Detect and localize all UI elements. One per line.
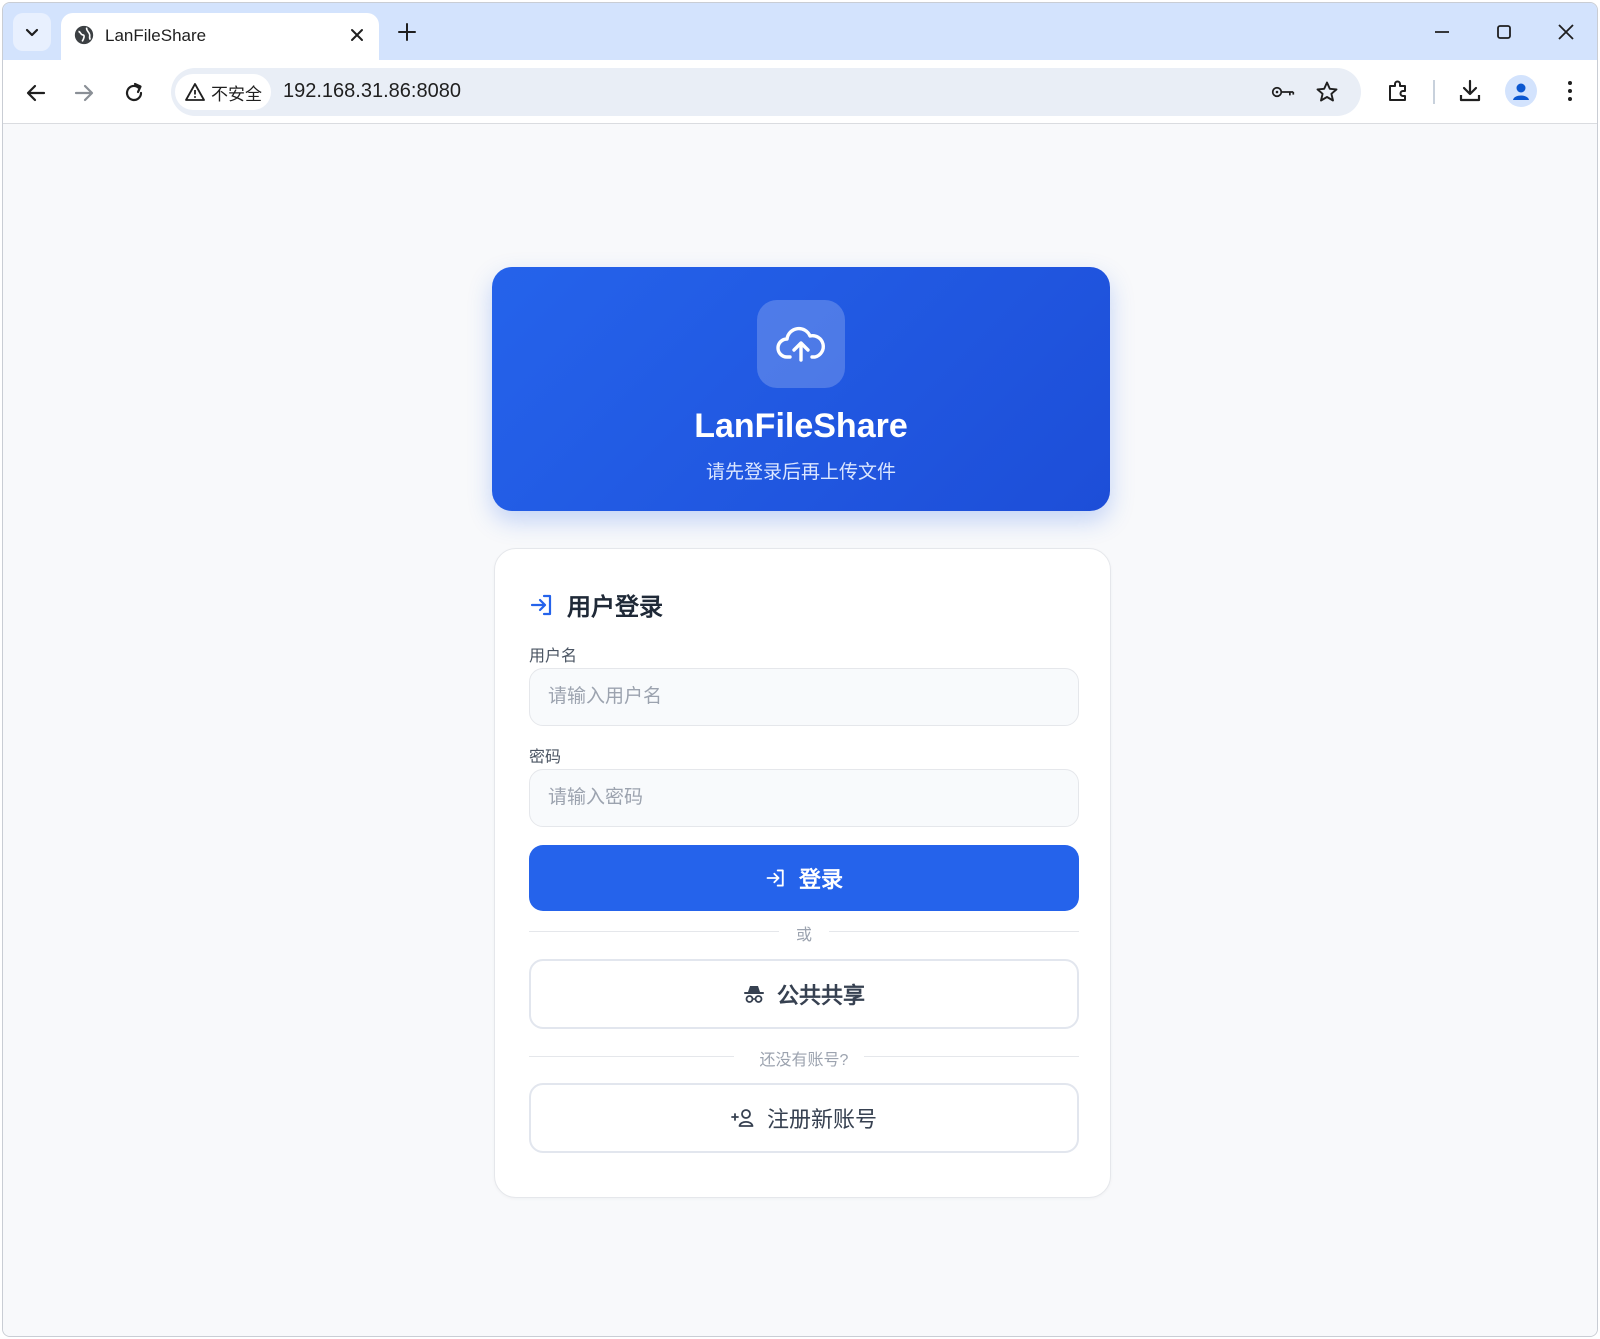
app-subtitle: 请先登录后再上传文件 <box>705 462 896 483</box>
hero-banner: LanFileShare 请先登录后再上传文件 <box>492 267 1110 511</box>
incognito-icon <box>743 986 764 1003</box>
page-content: LanFileShare 请先登录后再上传文件 用户登录 用户名 密码 登录 或 <box>3 124 1597 1336</box>
back-icon[interactable] <box>23 80 49 106</box>
security-label: 不安全 <box>211 84 262 104</box>
url-text[interactable]: 192.168.31.86:8080 <box>283 80 461 103</box>
close-window-icon[interactable] <box>1555 21 1577 43</box>
address-bar[interactable]: 不安全 192.168.31.86:8080 <box>171 68 1361 116</box>
maximize-icon[interactable] <box>1493 21 1515 43</box>
login-button[interactable]: 登录 <box>529 845 1079 911</box>
login-button-label: 登录 <box>798 867 843 892</box>
new-tab-icon[interactable] <box>395 20 419 44</box>
no-account-divider: 还没有账号? <box>529 1046 1079 1069</box>
profile-avatar[interactable] <box>1505 75 1537 107</box>
add-user-icon <box>731 1109 754 1127</box>
login-heading-text: 用户登录 <box>567 594 663 621</box>
browser-window: LanFileShare 不安全 192.168.31.86:8080 LanF… <box>2 2 1598 1337</box>
public-share-label: 公共共享 <box>776 983 865 1008</box>
cloud-upload-icon <box>776 326 825 362</box>
key-icon[interactable] <box>1271 80 1295 104</box>
security-chip[interactable]: 不安全 <box>175 74 271 110</box>
or-divider: 或 <box>529 921 1079 944</box>
login-card: 用户登录 用户名 密码 登录 或 公共共享 还没有账号? <box>494 548 1111 1198</box>
login-arrow-icon <box>530 594 552 615</box>
no-account-label: 还没有账号? <box>759 1052 849 1069</box>
tab-title: LanFileShare <box>105 26 207 45</box>
extensions-icon[interactable] <box>1385 78 1411 104</box>
chevron-down-icon <box>25 28 39 37</box>
globe-icon <box>74 25 94 45</box>
tab-active[interactable]: LanFileShare <box>61 13 379 60</box>
public-share-button[interactable]: 公共共享 <box>529 959 1079 1029</box>
reload-icon[interactable] <box>121 80 147 106</box>
close-tab-icon[interactable] <box>347 25 367 45</box>
username-label: 用户名 <box>529 648 578 665</box>
tab-strip: LanFileShare <box>3 3 1597 60</box>
register-button[interactable]: 注册新账号 <box>529 1083 1079 1153</box>
login-arrow-icon <box>766 869 784 887</box>
minimize-icon[interactable] <box>1431 21 1453 43</box>
toolbar-separator <box>1433 80 1435 104</box>
login-heading: 用户登录 <box>529 587 663 622</box>
download-icon[interactable] <box>1457 78 1483 104</box>
app-title: LanFileShare <box>694 407 908 445</box>
tab-search-button[interactable] <box>13 13 51 51</box>
username-input[interactable] <box>529 668 1079 726</box>
more-menu-icon[interactable] <box>1557 78 1583 104</box>
password-label: 密码 <box>529 749 562 766</box>
forward-icon[interactable] <box>71 80 97 106</box>
register-label: 注册新账号 <box>766 1107 877 1132</box>
bookmark-star-icon[interactable] <box>1315 80 1339 104</box>
hero-icon-container <box>757 300 845 388</box>
password-input[interactable] <box>529 769 1079 827</box>
profile-icon <box>1513 83 1529 100</box>
or-label: 或 <box>795 927 812 944</box>
browser-toolbar: 不安全 192.168.31.86:8080 <box>3 60 1597 124</box>
divider-line <box>829 931 1079 932</box>
divider-line <box>864 1056 1079 1057</box>
warning-icon <box>185 83 205 101</box>
